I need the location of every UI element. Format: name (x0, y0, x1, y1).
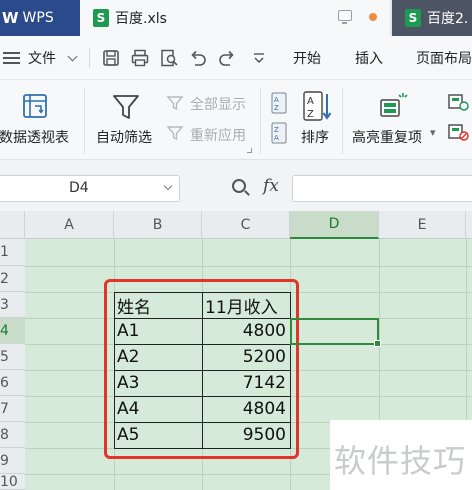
column-header-e[interactable]: E (379, 211, 466, 239)
redo-icon[interactable] (218, 49, 236, 67)
grid-line (25, 266, 472, 267)
svg-text:A: A (274, 134, 279, 142)
wps-logo-icon: W (2, 9, 19, 27)
name-box[interactable]: D4 (0, 175, 180, 202)
title-bar: W WPS S 百度.xls S 百度2. (0, 0, 472, 36)
column-headers: A B C D E (0, 211, 472, 239)
quick-access-more-icon[interactable] (250, 49, 268, 67)
row-header-5[interactable]: 5 (0, 344, 25, 370)
show-all-filter-icon[interactable] (166, 94, 184, 112)
row-header-3[interactable]: 3 (0, 292, 25, 318)
ribbon-divider (84, 88, 85, 154)
monitor-icon[interactable] (338, 10, 352, 24)
spreadsheet-file-icon: S (405, 9, 421, 27)
undo-icon[interactable] (189, 49, 207, 67)
autofilter-button[interactable]: 自动筛选 (96, 127, 152, 147)
save-icon[interactable] (102, 49, 120, 67)
insert-function-icon[interactable]: fx (263, 176, 279, 196)
menu-hamburger-icon[interactable] (3, 52, 20, 64)
pivot-table-button[interactable]: 数据透视表 (0, 127, 69, 147)
zoom-search-icon[interactable] (232, 179, 246, 193)
reapply-button[interactable]: 重新应用 (190, 125, 246, 145)
menu-bar: 文件 开始 插入 页面布局 (0, 36, 472, 80)
pivot-table-icon[interactable] (21, 92, 49, 120)
filter-icon[interactable] (111, 92, 141, 122)
tab-document-label: 百度.xls (115, 11, 167, 27)
sort-ascending-icon[interactable]: A Z (271, 92, 287, 114)
ribbon-divider (342, 88, 343, 154)
tab-insert[interactable]: 插入 (355, 36, 383, 80)
show-all-button[interactable]: 全部显示 (190, 94, 246, 114)
spreadsheet-file-icon: S (93, 9, 109, 27)
svg-text:Z: Z (274, 104, 279, 112)
watermark-text: 软件技巧 (334, 442, 467, 480)
highlight-duplicates-icon[interactable] (378, 90, 410, 120)
sort-icon[interactable]: A Z (302, 90, 332, 122)
reapply-filter-icon[interactable] (166, 124, 184, 142)
annotation-highlight-box (104, 279, 299, 459)
name-box-value: D4 (69, 180, 89, 196)
toolbar-divider (89, 48, 90, 68)
row-header-2[interactable]: 2 (0, 266, 25, 292)
data-validation-icon[interactable] (447, 92, 469, 112)
tab-home[interactable]: 开始 (293, 36, 321, 80)
chevron-down-icon[interactable] (67, 51, 78, 62)
ribbon-toolbar: 数据透视表 自动筛选 全部显示 重新应用 A Z Z A A Z 排序 高亮重复… (0, 80, 472, 160)
svg-text:A: A (274, 96, 279, 104)
active-cell-d4[interactable] (290, 318, 381, 347)
highlight-duplicates-dropdown[interactable]: ▾ (430, 126, 436, 139)
reject-duplicates-icon[interactable] (447, 122, 469, 142)
row-header-8[interactable]: 8 (0, 422, 25, 448)
tab-document-active[interactable]: S 百度.xls (80, 0, 390, 36)
formula-input[interactable] (292, 175, 472, 202)
row-header-4[interactable]: 4 (0, 318, 25, 344)
unsaved-dot-icon (369, 13, 377, 21)
svg-text:A: A (307, 96, 314, 107)
file-menu[interactable]: 文件 (28, 36, 56, 80)
tab-wps-home[interactable]: W WPS (0, 0, 80, 36)
column-header-d[interactable]: D (290, 211, 379, 239)
column-header-c[interactable]: C (202, 211, 290, 239)
column-header-b[interactable]: B (114, 211, 202, 239)
row-header-6[interactable]: 6 (0, 370, 25, 396)
print-icon[interactable] (131, 49, 149, 67)
row-header-1[interactable]: 1 (0, 239, 25, 266)
row-header-10[interactable]: 10 (0, 474, 25, 490)
sort-descending-icon[interactable]: Z A (271, 122, 287, 144)
row-header-9[interactable]: 9 (0, 448, 25, 474)
sort-button[interactable]: 排序 (301, 127, 329, 147)
svg-text:Z: Z (274, 126, 279, 134)
formula-bar: D4 fx (0, 160, 472, 211)
chevron-down-icon[interactable] (163, 181, 173, 191)
column-header-a[interactable]: A (25, 211, 114, 239)
tab-wps-label: WPS (22, 10, 54, 26)
row-header-7[interactable]: 7 (0, 396, 25, 422)
dialog-launcher-icon[interactable] (247, 148, 252, 153)
svg-text:Z: Z (307, 109, 314, 120)
tab-document-2[interactable]: S 百度2. (392, 0, 472, 36)
tab-document-2-label: 百度2. (427, 11, 469, 27)
print-preview-icon[interactable] (160, 49, 178, 67)
ribbon-divider (260, 88, 261, 154)
highlight-duplicates-button[interactable]: 高亮重复项 (352, 127, 422, 147)
tab-page-layout[interactable]: 页面布局 (416, 36, 472, 80)
select-all-corner[interactable] (0, 211, 25, 239)
